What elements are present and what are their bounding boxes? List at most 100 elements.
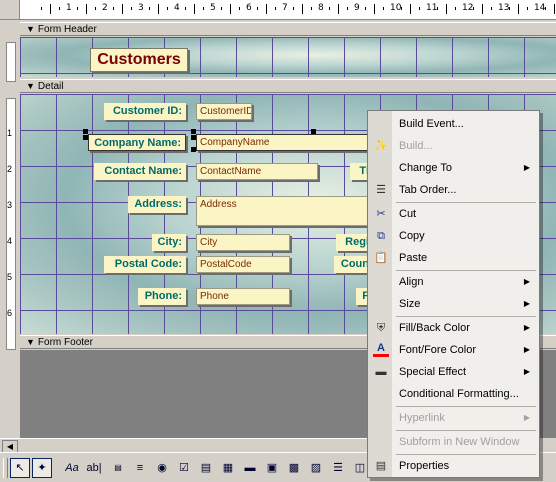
horizontal-scrollbar[interactable]: ◀ xyxy=(0,438,368,454)
ruler-tick xyxy=(509,7,510,10)
menu-item-label: Tab Order... xyxy=(399,184,457,196)
submenu-arrow-icon: ▶ xyxy=(523,163,530,172)
ruler-number: 2 xyxy=(7,164,13,174)
postal-code-label[interactable]: Postal Code: xyxy=(104,256,186,273)
page-break-icon[interactable]: ☰ xyxy=(328,458,348,478)
menu-item-size[interactable]: Size ▶ xyxy=(368,293,539,315)
ruler-tick xyxy=(77,7,78,10)
unbound-object-frame-icon[interactable]: ▩ xyxy=(284,458,304,478)
ruler-tick xyxy=(482,4,483,14)
section-arrow-icon: ▼ xyxy=(26,81,35,91)
ruler-tick xyxy=(122,4,123,14)
ruler-tick xyxy=(131,7,132,10)
ruler-corner[interactable] xyxy=(0,0,20,20)
ruler-tick xyxy=(275,7,276,10)
menu-item-label: Font/Fore Color xyxy=(399,344,477,356)
city-label[interactable]: City: xyxy=(152,234,186,251)
resize-handle[interactable] xyxy=(83,135,88,140)
toggle-button-icon[interactable]: ≡ xyxy=(130,458,150,478)
ruler-number: 5 xyxy=(210,3,216,13)
ruler-tick xyxy=(338,4,339,14)
ruler-tick xyxy=(302,4,303,14)
ruler-tick xyxy=(194,4,195,14)
menu-item-conditional-formatting[interactable]: Conditional Formatting... xyxy=(368,383,539,405)
menu-item-label: Align xyxy=(399,276,424,288)
detail-bar[interactable]: ▼ Detail xyxy=(20,79,556,93)
ruler-tick xyxy=(50,4,51,14)
ruler-number: 3 xyxy=(7,200,13,210)
country-label[interactable]: Coun xyxy=(334,256,370,273)
ruler-tick xyxy=(167,7,168,10)
contact-name-label[interactable]: Contact Name: xyxy=(94,163,186,180)
ruler-number: 14 xyxy=(534,3,546,13)
command-button-icon[interactable]: ▬ xyxy=(240,458,260,478)
menu-item-fill-back-color[interactable]: ⛨ Fill/Back Color ▶ xyxy=(368,317,539,339)
menu-item-build[interactable]: ✨ Build... xyxy=(368,135,539,157)
menu-item-paste[interactable]: 📋 Paste xyxy=(368,247,539,269)
ruler-tick xyxy=(293,7,294,10)
menu-item-build-event[interactable]: Build Event... xyxy=(368,113,539,135)
menu-item-change-to[interactable]: Change To ▶ xyxy=(368,157,539,179)
ruler-number: 13 xyxy=(498,3,510,13)
customer-id-field[interactable]: CustomerID xyxy=(196,103,252,120)
resize-handle[interactable] xyxy=(191,135,196,140)
form-title-label[interactable]: Customers xyxy=(90,48,188,72)
contact-name-field[interactable]: ContactName xyxy=(196,163,318,180)
resize-handle[interactable] xyxy=(311,129,316,134)
menu-item-subform-new-window[interactable]: Subform in New Window xyxy=(368,431,539,453)
image-icon[interactable]: ▣ xyxy=(262,458,282,478)
customer-id-label[interactable]: Customer ID: xyxy=(104,103,186,120)
resize-handle[interactable] xyxy=(83,129,88,134)
bound-object-frame-icon[interactable]: ▨ xyxy=(306,458,326,478)
menu-item-align[interactable]: Align ▶ xyxy=(368,271,539,293)
ruler-number: 11 xyxy=(426,3,438,13)
menu-item-cut[interactable]: ✂ Cut xyxy=(368,203,539,225)
menu-item-tab-order[interactable]: ☰ Tab Order... xyxy=(368,179,539,201)
list-box-icon[interactable]: ▦ xyxy=(218,458,238,478)
postal-code-field[interactable]: PostalCode xyxy=(196,256,290,273)
address-label[interactable]: Address: xyxy=(128,196,186,213)
menu-item-label: Hyperlink xyxy=(399,412,445,424)
vertical-ruler[interactable]: 1 2 3 4 5 6 xyxy=(0,20,20,438)
option-group-icon[interactable]: ▤ xyxy=(108,458,128,478)
ruler-tick xyxy=(86,4,87,14)
ruler-tick xyxy=(527,7,528,10)
resize-handle[interactable] xyxy=(191,129,196,134)
submenu-arrow-icon: ▶ xyxy=(523,345,530,354)
check-box-icon[interactable]: ☑ xyxy=(174,458,194,478)
ruler-tick xyxy=(437,7,438,10)
ruler-number: 7 xyxy=(282,3,288,13)
select-objects-icon[interactable]: ↖ xyxy=(10,458,30,478)
menu-item-special-effect[interactable]: ▬ Special Effect ▶ xyxy=(368,361,539,383)
ruler-tick xyxy=(203,7,204,10)
label-tool-icon[interactable]: Aa xyxy=(62,458,82,478)
ruler-tick xyxy=(365,7,366,10)
ruler-tick xyxy=(419,7,420,10)
company-name-label[interactable]: Company Name: xyxy=(88,134,186,151)
address-field[interactable]: Address xyxy=(196,196,368,226)
horizontal-ruler[interactable]: 123456789101112131415 xyxy=(20,0,556,20)
phone-label[interactable]: Phone: xyxy=(138,288,186,305)
menu-item-copy[interactable]: ⧉ Copy xyxy=(368,225,539,247)
textbox-tool-icon[interactable]: ab| xyxy=(84,458,104,478)
menu-item-font-fore-color[interactable]: A Font/Fore Color ▶ xyxy=(368,339,539,361)
control-wizards-icon[interactable]: ✦ xyxy=(32,458,52,478)
city-field[interactable]: City xyxy=(196,234,290,251)
region-label[interactable]: Regi xyxy=(336,234,370,251)
build-wand-icon: ✨ xyxy=(374,140,388,152)
ruler-number: 4 xyxy=(7,236,13,246)
menu-item-properties[interactable]: ▤ Properties xyxy=(368,455,539,477)
company-name-field[interactable]: CompanyName xyxy=(196,134,368,151)
menu-item-hyperlink[interactable]: Hyperlink ▶ xyxy=(368,407,539,429)
ruler-number: 8 xyxy=(318,3,324,13)
phone-field[interactable]: Phone xyxy=(196,288,290,305)
paint-bucket-icon: ⛨ xyxy=(376,322,386,334)
toolbar-grip[interactable] xyxy=(3,458,8,478)
form-header-bar[interactable]: ▼ Form Header xyxy=(20,22,556,36)
resize-handle[interactable] xyxy=(191,147,196,152)
option-button-icon[interactable]: ◉ xyxy=(152,458,172,478)
menu-item-label: Cut xyxy=(399,208,417,220)
combo-box-icon[interactable]: ▤ xyxy=(196,458,216,478)
ruler-tick xyxy=(158,4,159,14)
menu-item-label: Conditional Formatting... xyxy=(399,388,519,400)
